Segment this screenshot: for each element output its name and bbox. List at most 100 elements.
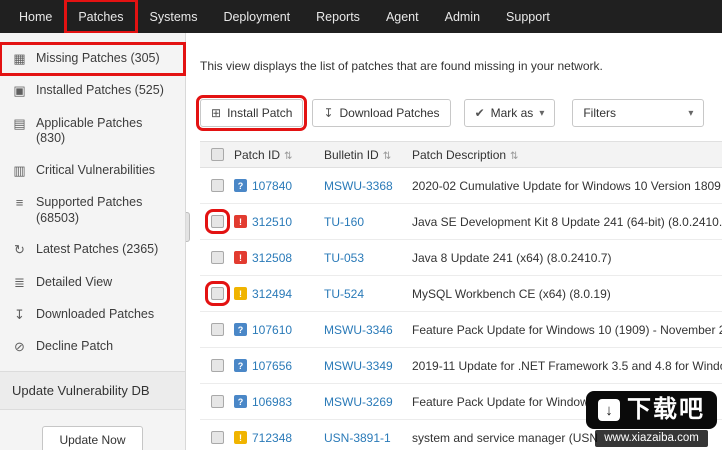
download-patches-button[interactable]: ↧ Download Patches (312, 99, 451, 127)
important-patch-icon: ! (234, 287, 247, 300)
watermark-url: www.xiazaiba.com (595, 430, 708, 447)
row-checkbox-cell (200, 281, 234, 306)
install-patch-label: Install Patch (227, 106, 293, 120)
view-description: This view displays the list of patches t… (200, 59, 603, 73)
install-patch-button[interactable]: ⊞ Install Patch (195, 95, 308, 131)
bulletin-id-cell: USN-3891-1 (324, 431, 412, 445)
sidebar-item-missing-patches[interactable]: ▦ Missing Patches (305) (0, 41, 186, 77)
decline-patch-icon: ⊘ (14, 339, 25, 354)
patch-description-cell: Feature Pack Update for Windows 10 (1909… (412, 322, 722, 337)
row-checkbox[interactable] (210, 395, 224, 408)
row-checkbox-cell (200, 359, 234, 372)
patch-description-cell: 2019-11 Update for .NET Framework 3.5 an… (412, 358, 722, 373)
watermark: ↓ 下载吧 www.xiazaiba.com (586, 391, 717, 447)
patch-id-cell: ! 712348 (234, 431, 324, 445)
patch-id-link[interactable]: 107656 (252, 359, 292, 373)
nav-item-patches[interactable]: Patches (64, 0, 138, 34)
latest-patches-icon: ↻ (14, 242, 25, 258)
important-patch-icon: ! (234, 431, 247, 444)
info-patch-icon: ? (234, 395, 247, 408)
nav-item-home[interactable]: Home (6, 0, 65, 33)
sidebar-item-latest-patches[interactable]: ↻ Latest Patches (2365) (0, 234, 185, 266)
nav-item-agent[interactable]: Agent (373, 0, 432, 33)
bulletin-id-link[interactable]: MSWU-3368 (324, 179, 393, 193)
info-patch-icon: ? (234, 323, 247, 336)
row-checkbox-cell (200, 209, 234, 234)
nav-item-systems[interactable]: Systems (137, 0, 211, 33)
patch-id-link[interactable]: 312494 (252, 287, 292, 301)
filters-dropdown[interactable]: Filters ▾ (572, 99, 705, 127)
patch-description-cell: Java SE Development Kit 8 Update 241 (64… (412, 214, 722, 229)
column-header-patch-id[interactable]: Patch ID ⇅ (234, 148, 324, 162)
row-checkbox[interactable] (204, 209, 230, 234)
patch-id-cell: ! 312510 (234, 215, 324, 229)
sidebar-item-label: Installed Patches (525) (36, 83, 164, 98)
sidebar-collapse-handle[interactable] (186, 212, 190, 242)
patch-id-cell: ? 106983 (234, 395, 324, 409)
sidebar-item-label: Detailed View (36, 274, 113, 289)
column-header-patch-description[interactable]: Patch Description ⇅ (412, 148, 722, 162)
patch-description-cell: MySQL Workbench CE (x64) (8.0.19) (412, 286, 611, 301)
patch-id-link[interactable]: 712348 (252, 431, 292, 445)
nav-item-reports[interactable]: Reports (303, 0, 373, 33)
table-row: ! 312508 TU-053 Java 8 Update 241 (x64) … (200, 240, 722, 276)
applicable-patches-icon: ▤ (13, 115, 26, 131)
sort-icon[interactable]: ⇅ (284, 151, 292, 162)
select-all-checkbox[interactable] (210, 148, 224, 161)
row-checkbox[interactable] (210, 251, 224, 264)
row-checkbox[interactable] (210, 359, 224, 372)
row-checkbox-cell (200, 395, 234, 408)
row-checkbox[interactable] (210, 179, 224, 192)
sidebar-item-downloaded-patches[interactable]: ↧ Downloaded Patches (0, 299, 185, 331)
table-header-row: Patch ID ⇅ Bulletin ID ⇅ Patch Description… (200, 141, 722, 168)
mark-as-dropdown[interactable]: ✔ Mark as ▾ (463, 99, 556, 127)
sidebar-item-label: Applicable Patches (830) (36, 115, 143, 146)
bulletin-id-link[interactable]: TU-053 (324, 251, 364, 265)
install-patch-icon: ⊞ (211, 106, 222, 120)
sidebar-item-label: Missing Patches (305) (36, 51, 160, 65)
sort-icon[interactable]: ⇅ (383, 151, 391, 162)
nav-item-deployment[interactable]: Deployment (210, 0, 303, 33)
sidebar: ▦ Missing Patches (305) ▣ Installed Patc… (0, 33, 186, 450)
sidebar-item-label: Decline Patch (36, 339, 114, 353)
critical-patch-icon: ! (234, 215, 247, 228)
patch-id-link[interactable]: 107610 (252, 323, 292, 337)
watermark-box: ↓ 下载吧 (586, 391, 717, 429)
bulletin-id-link[interactable]: USN-3891-1 (324, 431, 391, 445)
bulletin-id-link[interactable]: MSWU-3349 (324, 359, 393, 373)
sidebar-item-supported-patches[interactable]: ≡ Supported Patches (68503) (0, 187, 185, 234)
nav-item-support[interactable]: Support (493, 0, 563, 33)
patch-id-cell: ? 107656 (234, 359, 324, 373)
row-checkbox-cell (200, 323, 234, 336)
column-label: Patch Description (412, 147, 507, 162)
critical-vulnerabilities-icon: ▥ (13, 162, 26, 178)
nav-item-admin[interactable]: Admin (432, 0, 493, 33)
top-navigation: Home Patches Systems Deployment Reports Agent… (0, 0, 722, 34)
download-arrow-icon: ↓ (598, 399, 620, 421)
patch-id-link[interactable]: 106983 (252, 395, 292, 409)
sidebar-item-critical-vulnerabilities[interactable]: ▥ Critical Vulnerabilities (0, 155, 185, 187)
bulletin-id-link[interactable]: TU-160 (324, 215, 364, 229)
row-checkbox[interactable] (210, 431, 224, 444)
sidebar-item-detailed-view[interactable]: ≣ Detailed View (0, 267, 185, 299)
row-checkbox[interactable] (204, 281, 230, 306)
bulletin-id-link[interactable]: MSWU-3346 (324, 323, 393, 337)
patch-id-link[interactable]: 312510 (252, 215, 292, 229)
sidebar-item-applicable-patches[interactable]: ▤ Applicable Patches (830) (0, 108, 185, 155)
patch-id-cell: ! 312508 (234, 251, 324, 265)
sidebar-item-label: Critical Vulnerabilities (36, 162, 156, 177)
update-now-button[interactable]: Update Now (42, 426, 143, 450)
row-checkbox-cell (200, 431, 234, 444)
row-checkbox[interactable] (210, 323, 224, 336)
column-header-bulletin-id[interactable]: Bulletin ID ⇅ (324, 148, 412, 162)
patch-id-link[interactable]: 107840 (252, 179, 292, 193)
patch-id-link[interactable]: 312508 (252, 251, 292, 265)
table-row: ? 107656 MSWU-3349 2019-11 Update for .N… (200, 348, 722, 384)
sort-icon[interactable]: ⇅ (510, 151, 518, 162)
bulletin-id-link[interactable]: MSWU-3269 (324, 395, 393, 409)
sidebar-item-label: Latest Patches (2365) (36, 242, 159, 257)
bulletin-id-link[interactable]: TU-524 (324, 287, 364, 301)
sidebar-item-installed-patches[interactable]: ▣ Installed Patches (525) (0, 75, 185, 107)
sidebar-item-decline-patch[interactable]: ⊘ Decline Patch (0, 331, 185, 363)
table-row: ? 107610 MSWU-3346 Feature Pack Update f… (200, 312, 722, 348)
